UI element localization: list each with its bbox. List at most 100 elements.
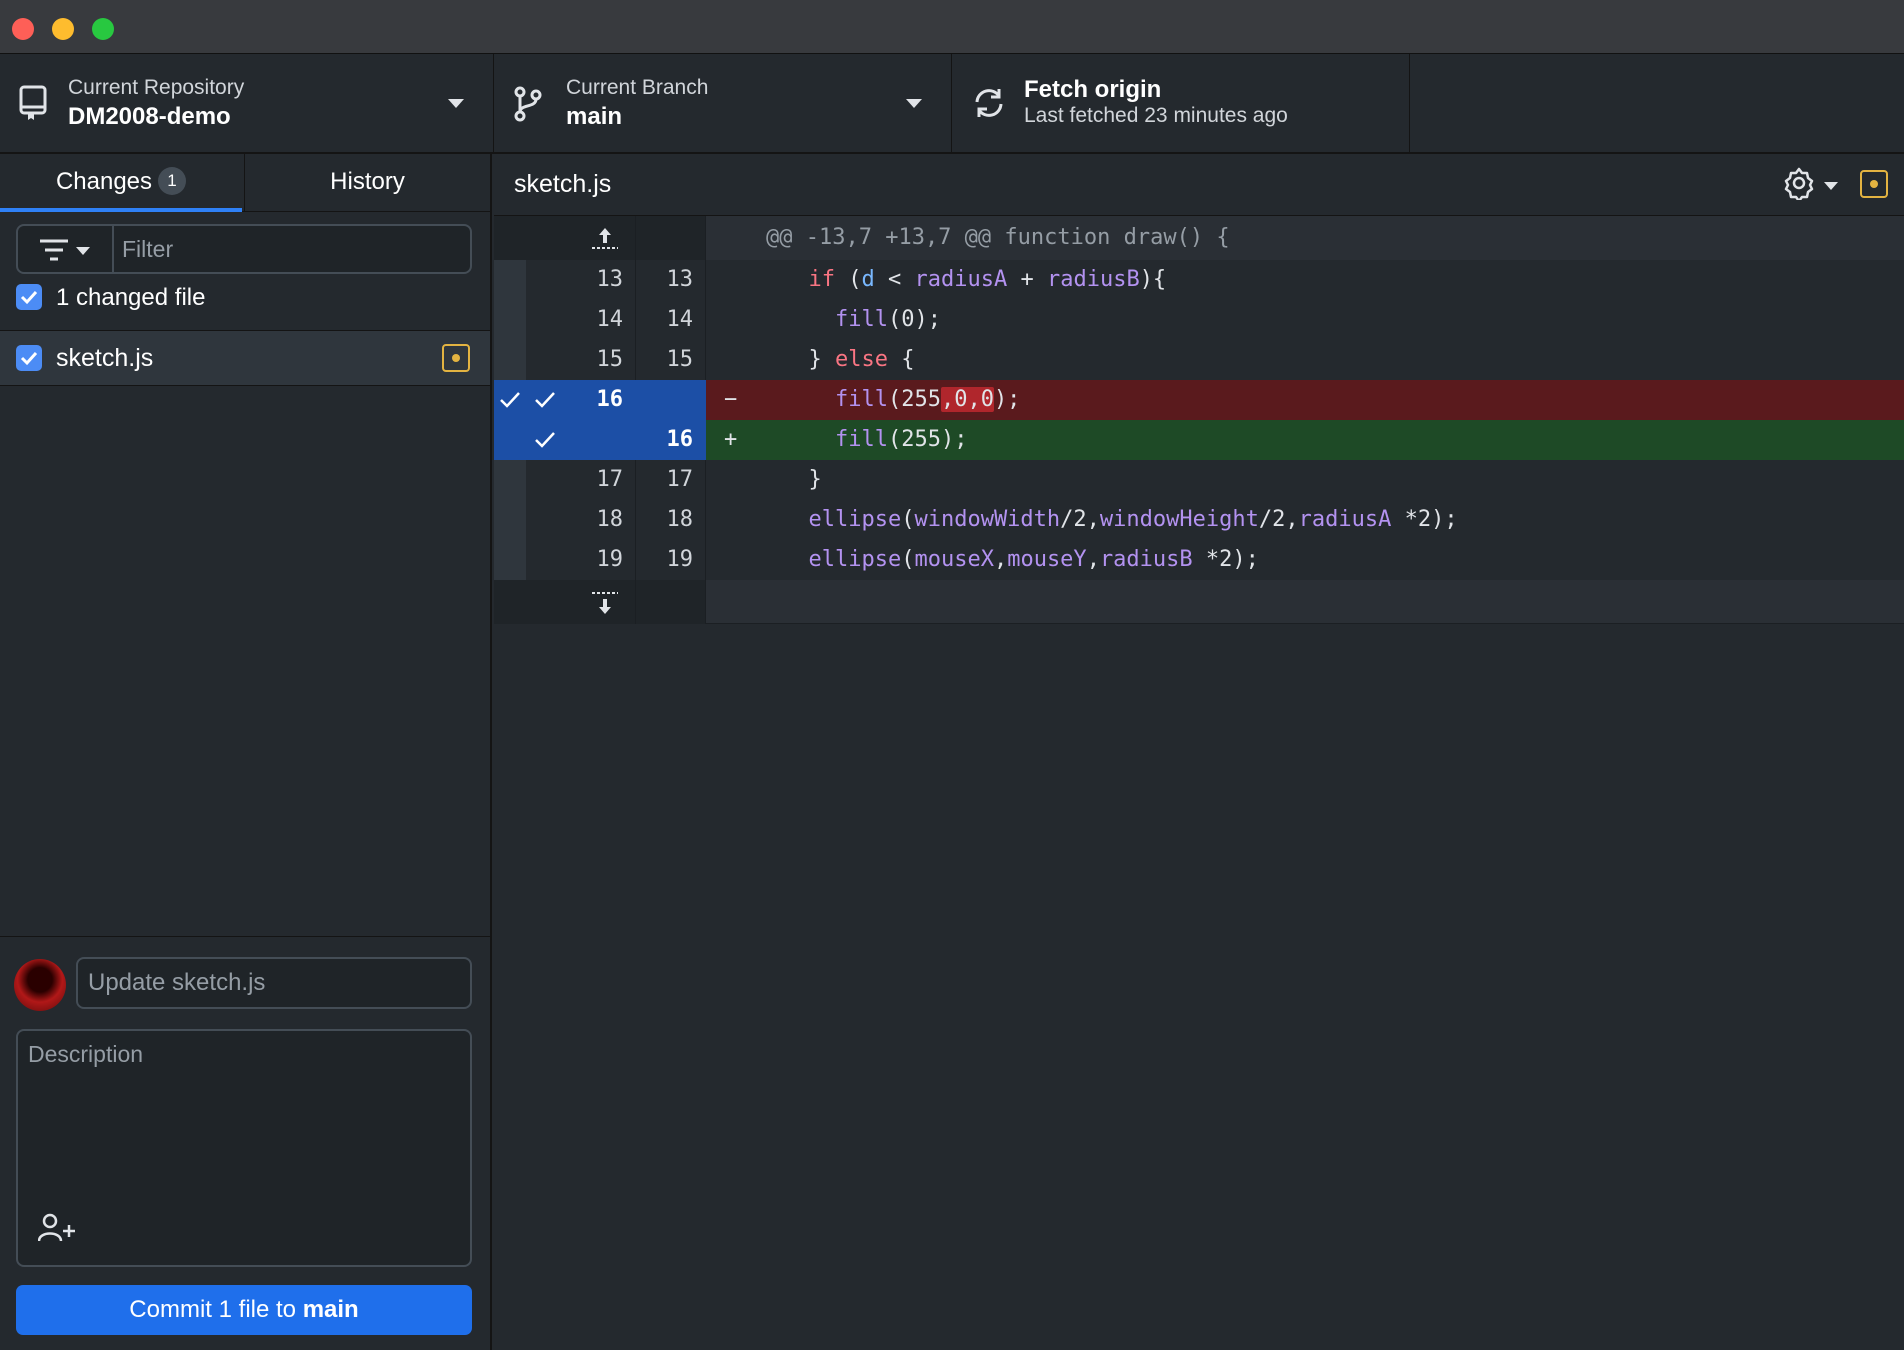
added-line: 16 + fill(255); bbox=[494, 420, 1904, 460]
commit-button-branch: main bbox=[302, 1296, 359, 1323]
line-select-gutter[interactable] bbox=[494, 500, 526, 540]
old-line-number: 14 bbox=[596, 307, 624, 332]
commit-button[interactable]: Commit 1 file to main bbox=[16, 1285, 472, 1335]
expand-code-area bbox=[706, 580, 1904, 624]
close-window-button[interactable] bbox=[12, 18, 34, 40]
avatar[interactable] bbox=[14, 959, 66, 1011]
diff-line: 14 14 fill(0); bbox=[494, 300, 1904, 340]
new-line-gutter[interactable]: 18 bbox=[636, 500, 706, 540]
diff-marker: + bbox=[724, 427, 738, 452]
code-line: if (d < radiusA + radiusB){ bbox=[706, 260, 1904, 300]
description-placeholder: Description bbox=[28, 1041, 144, 1067]
fetch-origin-button[interactable]: Fetch origin Last fetched 23 minutes ago bbox=[952, 54, 1410, 154]
zoom-window-button[interactable] bbox=[92, 18, 114, 40]
code-line: ellipse(mouseX,mouseY,radiusB *2); bbox=[706, 540, 1904, 580]
old-line-gutter[interactable]: 16 bbox=[526, 380, 636, 420]
commit-panel: Update sketch.js Description Commit 1 fi… bbox=[0, 936, 490, 1350]
gutter-check bbox=[494, 216, 526, 260]
old-line-gutter[interactable]: 18 bbox=[526, 500, 636, 540]
check-icon bbox=[20, 351, 38, 366]
code-line: fill(0); bbox=[706, 300, 1904, 340]
hunk-select-gutter[interactable] bbox=[494, 420, 526, 460]
old-line-gutter[interactable]: 15 bbox=[526, 340, 636, 380]
code-line: + fill(255); bbox=[706, 420, 1904, 460]
expand-up-button[interactable] bbox=[526, 216, 636, 260]
new-line-gutter[interactable]: 17 bbox=[636, 460, 706, 500]
commit-description-field[interactable]: Description bbox=[16, 1029, 472, 1267]
new-line-gutter[interactable]: 16 bbox=[636, 420, 706, 460]
changes-count-badge: 1 bbox=[158, 167, 187, 195]
code-line: } bbox=[706, 460, 1904, 500]
tab-changes-label: Changes bbox=[55, 168, 153, 195]
new-line-gutter[interactable] bbox=[636, 380, 706, 420]
diff-line: 13 13 if (d < radiusA + radiusB){ bbox=[494, 260, 1904, 300]
chevron-down-icon bbox=[906, 99, 922, 108]
diff-marker: − bbox=[724, 387, 738, 412]
repository-label: Current Repository bbox=[68, 76, 245, 99]
add-coauthor-icon[interactable] bbox=[37, 1213, 78, 1248]
toolbar: Current Repository DM2008-demo Current B… bbox=[0, 54, 1904, 154]
commit-summary-input[interactable]: Update sketch.js bbox=[76, 957, 472, 1009]
diff-line: 19 19 ellipse(mouseX,mouseY,radiusB *2); bbox=[494, 540, 1904, 580]
hunk-select-gutter[interactable] bbox=[494, 380, 526, 420]
diff-marker bbox=[724, 340, 782, 380]
minimize-window-button[interactable] bbox=[52, 18, 74, 40]
expand-down-button[interactable] bbox=[526, 580, 636, 624]
hunk-header-row: @@ -13,7 +13,7 @@ function draw() { bbox=[494, 216, 1904, 260]
new-line-gutter[interactable]: 14 bbox=[636, 300, 706, 340]
line-select-gutter[interactable] bbox=[494, 260, 526, 300]
old-line-number: 17 bbox=[596, 467, 624, 492]
line-select-gutter[interactable] bbox=[494, 540, 526, 580]
code-line: } else { bbox=[706, 340, 1904, 380]
filter-icon bbox=[40, 239, 90, 261]
chevron-down-icon[interactable] bbox=[1824, 182, 1838, 190]
line-select-gutter[interactable] bbox=[494, 300, 526, 340]
branch-icon bbox=[514, 86, 542, 127]
new-line-number: 17 bbox=[666, 467, 694, 492]
current-branch-dropdown[interactable]: Current Branch main bbox=[494, 54, 952, 154]
old-line-gutter[interactable]: 17 bbox=[526, 460, 636, 500]
gutter-new bbox=[636, 216, 706, 260]
file-list-item[interactable]: sketch.js bbox=[0, 330, 490, 386]
old-line-gutter[interactable]: 13 bbox=[526, 260, 636, 300]
expand-down-row bbox=[494, 580, 1904, 624]
tab-changes[interactable]: Changes 1 bbox=[0, 154, 242, 212]
diff-marker bbox=[724, 260, 782, 300]
filter-input[interactable]: Filter bbox=[122, 226, 173, 272]
commit-button-prefix: Commit 1 file to bbox=[129, 1296, 303, 1323]
diff-marker bbox=[724, 540, 782, 580]
tab-history[interactable]: History bbox=[244, 154, 490, 212]
new-line-number: 16 bbox=[666, 427, 694, 452]
hunk-header-text: @@ -13,7 +13,7 @@ function draw() { bbox=[706, 216, 1904, 260]
check-icon bbox=[500, 392, 520, 408]
line-select-gutter[interactable] bbox=[494, 340, 526, 380]
old-line-gutter[interactable] bbox=[526, 420, 636, 460]
check-icon bbox=[535, 432, 555, 448]
diff-line: 18 18 ellipse(windowWidth/2,windowHeight… bbox=[494, 500, 1904, 540]
line-select-gutter[interactable] bbox=[494, 460, 526, 500]
last-fetched-text: Last fetched 23 minutes ago bbox=[1024, 104, 1288, 127]
select-all-checkbox[interactable] bbox=[16, 284, 42, 310]
filter-options-button[interactable] bbox=[18, 226, 114, 272]
diff-header: sketch.js bbox=[494, 154, 1904, 216]
sidebar-tabs: Changes 1 History bbox=[0, 154, 490, 212]
diff-line: 15 15 } else { bbox=[494, 340, 1904, 380]
code-line: − fill(255,0,0); bbox=[706, 380, 1904, 420]
new-line-number: 14 bbox=[666, 307, 694, 332]
new-line-gutter[interactable]: 15 bbox=[636, 340, 706, 380]
new-line-number: 15 bbox=[666, 347, 694, 372]
gear-icon[interactable] bbox=[1782, 166, 1816, 205]
branch-name: main bbox=[566, 103, 623, 130]
new-line-gutter[interactable]: 13 bbox=[636, 260, 706, 300]
old-line-gutter[interactable]: 19 bbox=[526, 540, 636, 580]
new-line-gutter[interactable]: 19 bbox=[636, 540, 706, 580]
expand-down-icon bbox=[592, 592, 618, 614]
diff-marker bbox=[724, 500, 782, 540]
current-repository-dropdown[interactable]: Current Repository DM2008-demo bbox=[0, 54, 494, 154]
old-line-gutter[interactable]: 14 bbox=[526, 300, 636, 340]
file-modified-icon bbox=[1860, 170, 1888, 198]
code-line: ellipse(windowWidth/2,windowHeight/2,rad… bbox=[706, 500, 1904, 540]
file-include-checkbox[interactable] bbox=[16, 345, 42, 371]
check-icon bbox=[20, 290, 38, 305]
new-line-number: 19 bbox=[666, 547, 694, 572]
